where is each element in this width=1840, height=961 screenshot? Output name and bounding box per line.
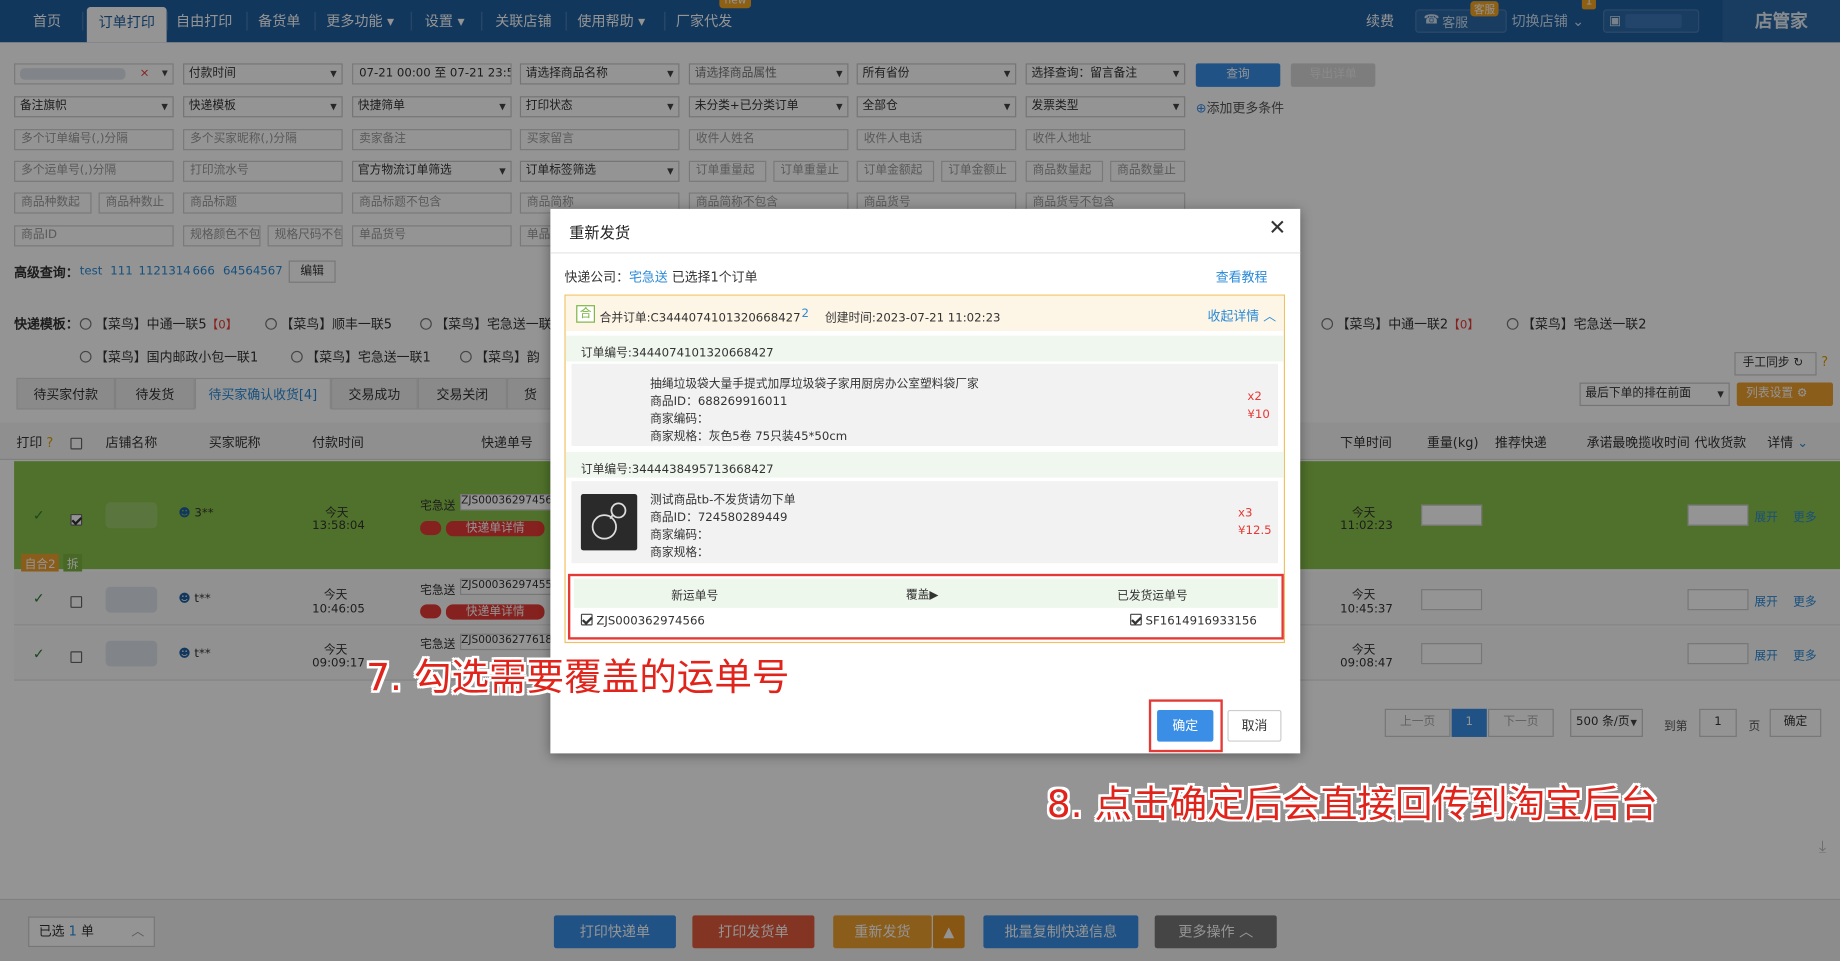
annotation-step7: 7. 勾选需要覆盖的运单号 [366, 654, 790, 700]
chevron-up-icon: ︿ [1263, 308, 1277, 324]
merchant-spec: 商家规格：灰色5卷 75只装45*50cm [650, 430, 848, 444]
product-id: 商品ID：688269916011 [650, 395, 788, 409]
merchant-code: 商家编码： [650, 529, 709, 543]
courier-name: 宅急送 [628, 269, 668, 286]
highlight-box [1148, 699, 1223, 753]
selected-orders-text: 已选择1个订单 [671, 269, 758, 286]
price: ¥10 [1247, 408, 1270, 422]
product-title: 测试商品tb-不发货请勿下单 [650, 494, 796, 507]
highlight-box [567, 573, 1284, 640]
merchant-code: 商家编码： [650, 413, 709, 426]
annotation-step8: 8. 点击确定后会直接回传到淘宝后台 [1046, 781, 1658, 827]
dialog-title: 重新发货 [569, 225, 631, 243]
collapse-details[interactable]: 收起详情 ︿ [1208, 306, 1277, 325]
collapse-label: 收起详情 [1207, 308, 1260, 324]
quantity: x3 [1238, 506, 1253, 520]
cancel-button[interactable]: 取消 [1227, 709, 1282, 742]
dialog-header [550, 209, 1301, 254]
product-title: 抽绳垃圾袋大量手提式加厚垃圾袋子家用厨房办公室塑料袋厂家 [650, 377, 979, 391]
order-number: 订单编号:3444074101320668427 [580, 347, 774, 361]
keychain-icon [591, 502, 627, 540]
merge-tag: 合 [576, 305, 595, 323]
courier-label: 快递公司： [564, 269, 629, 286]
product-thumbnail [580, 494, 638, 551]
close-icon[interactable]: ✕ [1268, 216, 1286, 241]
price: ¥12.5 [1238, 524, 1272, 538]
quantity: x2 [1247, 390, 1262, 404]
merge-order-count[interactable]: 2 [802, 307, 809, 320]
merge-order-no: 合并订单:C3444074101320668427 [599, 312, 801, 326]
created-time: 创建时间:2023-07-21 11:02:23 [824, 312, 1001, 326]
order-number: 订单编号:3444438495713668427 [580, 463, 774, 477]
merchant-spec: 商家规格： [650, 546, 709, 560]
tutorial-link[interactable]: 查看教程 [1216, 268, 1268, 287]
product-id: 商品ID：724580289449 [650, 511, 788, 525]
courier-line: 快递公司：宅急送 已选择1个订单 [564, 268, 757, 287]
